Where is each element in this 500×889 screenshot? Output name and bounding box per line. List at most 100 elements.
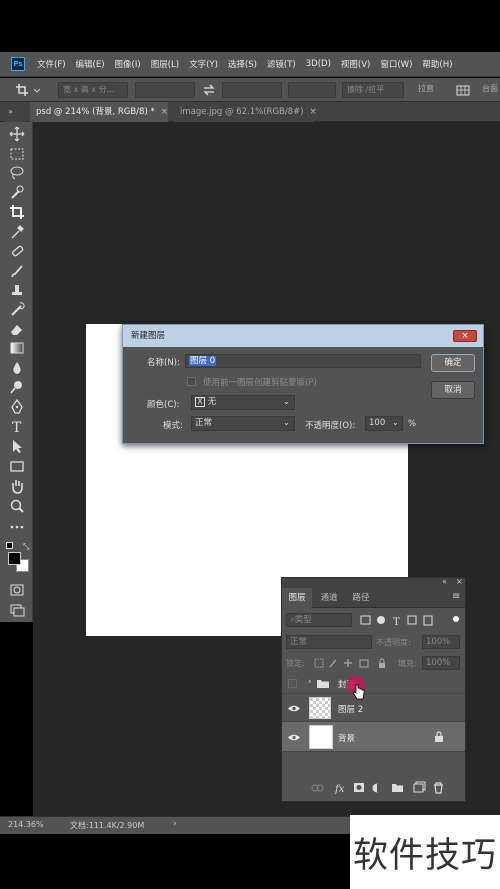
- filter-icons[interactable]: T: [360, 615, 460, 627]
- visibility-off-box[interactable]: [288, 679, 297, 688]
- hand-tool-icon[interactable]: [9, 478, 25, 494]
- lasso-tool-icon[interactable]: [9, 165, 25, 181]
- move-tool-icon[interactable]: [9, 126, 25, 142]
- zoom-tool-icon[interactable]: [9, 498, 25, 514]
- history-brush-tool-icon[interactable]: [9, 301, 25, 317]
- menu-file[interactable]: 文件(F): [37, 58, 66, 70]
- chevron-right-icon[interactable]: ›: [308, 677, 312, 687]
- menu-image[interactable]: 图像(I): [115, 58, 141, 70]
- opacity-input[interactable]: 100 ⌄: [365, 416, 403, 431]
- lock-icon: [435, 731, 443, 742]
- settings-label[interactable]: 台面: [478, 82, 500, 98]
- name-label: 名称(N):: [147, 358, 180, 368]
- more-tools-icon[interactable]: [9, 519, 25, 535]
- layer-row-group[interactable]: › 封面: [282, 674, 465, 694]
- default-colors-icon[interactable]: [6, 542, 13, 549]
- svg-text:T: T: [393, 617, 400, 627]
- cancel-button[interactable]: 取消: [431, 381, 475, 399]
- type-tool-icon[interactable]: T: [9, 418, 25, 434]
- quick-select-tool-icon[interactable]: [9, 184, 25, 200]
- healing-brush-tool-icon[interactable]: [9, 243, 25, 259]
- layer-filter-select[interactable]: ⌕类型: [286, 613, 352, 627]
- lock-icons[interactable]: [314, 658, 394, 669]
- color-select[interactable]: X 无 ⌄: [191, 395, 295, 410]
- menu-select[interactable]: 选择(S): [228, 58, 257, 70]
- document-size: 文档:111.4K/2.90M: [70, 821, 145, 830]
- eraser-tool-icon[interactable]: [9, 321, 25, 337]
- percent-sign: %: [408, 419, 417, 429]
- menu-window[interactable]: 窗口(W): [380, 58, 412, 70]
- quick-mask-icon[interactable]: [9, 582, 25, 598]
- tab-paths[interactable]: 路径: [346, 588, 376, 608]
- fill-input[interactable]: 100%: [422, 656, 460, 670]
- rectangle-tool-icon[interactable]: [9, 458, 25, 474]
- zoom-level[interactable]: 214.36%: [8, 820, 44, 829]
- crop-tool-preset[interactable]: [14, 82, 44, 98]
- pen-tool-icon[interactable]: [9, 399, 25, 415]
- grid-overlay-icon[interactable]: [456, 83, 470, 97]
- layer-name-layer-2: 图层 2: [338, 705, 364, 715]
- new-layer-dialog: 新建图层 × 名称(N): 图层 0 使用前一图层创建剪贴蒙版(P) 颜色(C)…: [122, 324, 484, 444]
- screen-mode-icon[interactable]: [9, 602, 25, 618]
- layer-blend-mode-select[interactable]: 正常: [286, 635, 372, 649]
- marquee-tool-icon[interactable]: [9, 146, 25, 162]
- crop-tool-icon[interactable]: [9, 204, 25, 220]
- close-icon[interactable]: ×: [161, 107, 168, 117]
- color-swatches[interactable]: ⤡: [6, 542, 30, 574]
- swap-icon[interactable]: [202, 83, 216, 97]
- clone-stamp-tool-icon[interactable]: [9, 282, 25, 298]
- foreground-color-swatch[interactable]: [8, 552, 21, 565]
- straighten-button[interactable]: 拉直: [414, 82, 444, 98]
- gradient-tool-icon[interactable]: [9, 340, 25, 356]
- layer-opacity-input[interactable]: 100%: [422, 635, 460, 649]
- close-panel-icon[interactable]: ×: [456, 577, 463, 586]
- menu-help[interactable]: 帮助(H): [422, 58, 452, 70]
- close-icon[interactable]: ×: [310, 107, 317, 117]
- new-layer-icon: [413, 781, 426, 793]
- swap-colors-icon[interactable]: ⤡: [23, 542, 29, 552]
- layer-name-input[interactable]: 图层 0: [185, 354, 421, 368]
- brush-tool-icon[interactable]: [9, 263, 25, 279]
- menu-layer[interactable]: 图层(L): [151, 58, 179, 70]
- clear-button[interactable]: 擦除 /拉平: [342, 82, 404, 98]
- menu-3d[interactable]: 3D(D): [306, 59, 331, 69]
- dialog-close-button[interactable]: ×: [453, 330, 477, 342]
- tab-layers[interactable]: 图层: [282, 588, 312, 608]
- tab-active-document[interactable]: psd @ 214% (背景, RGB/8) * ×: [30, 102, 168, 122]
- menu-view[interactable]: 视图(V): [341, 58, 370, 70]
- top-letterbox: [0, 0, 500, 52]
- adjustment-layer-icon: [372, 783, 382, 793]
- dialog-title: 新建图层: [123, 325, 483, 347]
- panel-collapse-icon[interactable]: »: [4, 102, 26, 122]
- menu-type[interactable]: 文字(Y): [189, 58, 218, 70]
- height-field[interactable]: [222, 82, 282, 98]
- resolution-field[interactable]: [288, 82, 336, 98]
- dodge-tool-icon[interactable]: [9, 379, 25, 395]
- width-field[interactable]: [135, 82, 195, 98]
- tab-channels[interactable]: 通道: [314, 588, 344, 608]
- crop-icon: [16, 84, 41, 96]
- menu-bar: Ps 文件(F) 编辑(E) 图像(I) 图层(L) 文字(Y) 选择(S) 滤…: [0, 52, 500, 77]
- ratio-dropdown[interactable]: 宽 x 高 x 分...: [58, 82, 128, 98]
- blend-mode-select[interactable]: 正常 ⌄: [191, 416, 295, 431]
- watermark-label: 软件技巧: [350, 815, 500, 889]
- color-value: 无: [207, 397, 217, 407]
- path-selection-tool-icon[interactable]: [9, 438, 25, 454]
- layer-row-layer-2[interactable]: 图层 2: [282, 694, 465, 722]
- layer-row-background[interactable]: 背景: [282, 722, 465, 752]
- panel-menu-icon[interactable]: ≡: [452, 591, 460, 602]
- lock-label: 锁定:: [286, 659, 305, 668]
- chevron-right-icon[interactable]: ›: [173, 819, 177, 829]
- eyedropper-tool-icon[interactable]: [9, 224, 25, 240]
- blur-tool-icon[interactable]: [9, 360, 25, 376]
- menu-filter[interactable]: 滤镜(T): [267, 58, 296, 70]
- layer-actions-bar[interactable]: fx: [310, 781, 460, 795]
- collapse-panel-icon[interactable]: «: [442, 577, 447, 586]
- tab-image-document[interactable]: image.jpg @ 62.1%(RGB/8#) ×: [174, 102, 317, 122]
- clipping-mask-checkbox[interactable]: [187, 377, 196, 386]
- ok-button[interactable]: 确定: [431, 354, 475, 372]
- eye-icon[interactable]: [288, 733, 300, 742]
- eye-icon[interactable]: [288, 704, 300, 713]
- new-group-icon: [392, 784, 403, 792]
- menu-edit[interactable]: 编辑(E): [76, 58, 105, 70]
